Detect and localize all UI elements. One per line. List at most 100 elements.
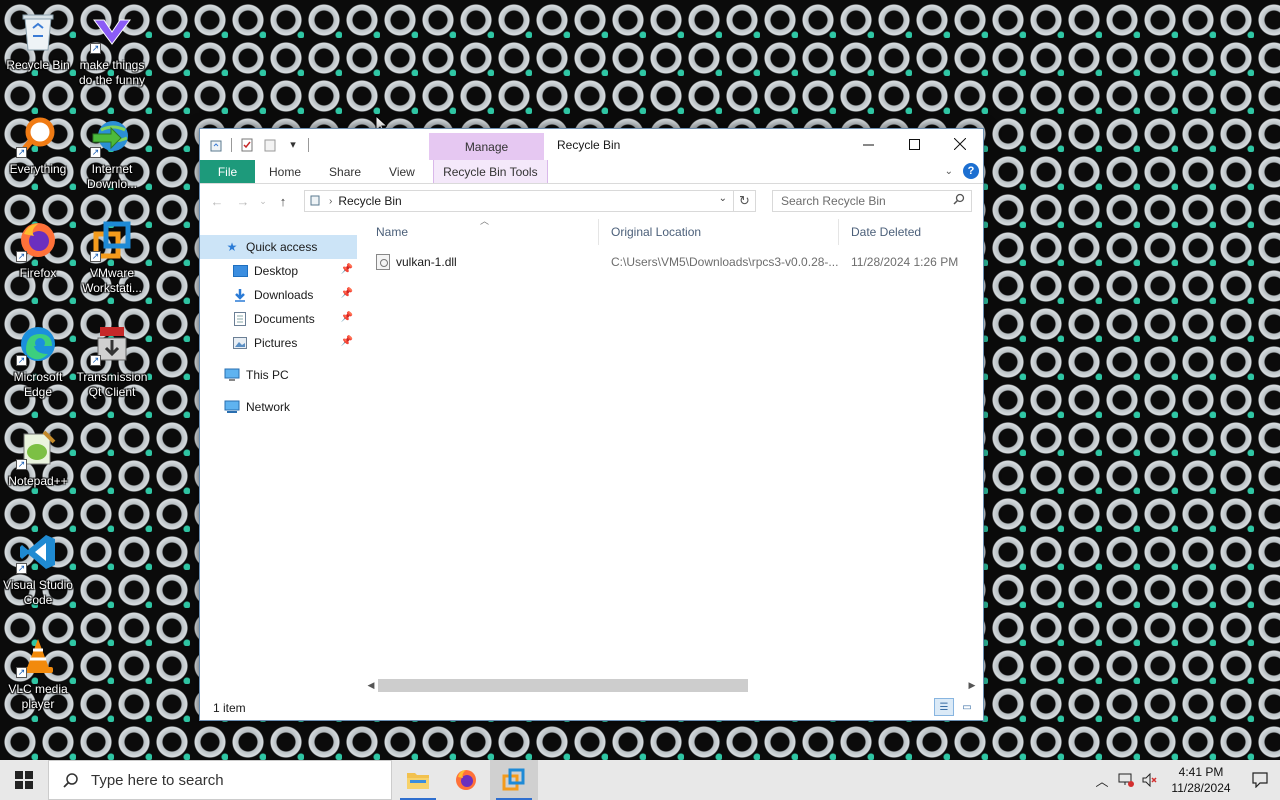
address-bar[interactable]: › Recycle Bin ⌄ ↻ bbox=[304, 190, 756, 212]
desktop-icon-everything[interactable]: ↗ Everything bbox=[0, 112, 76, 177]
desktop-icon-label: VLC media player bbox=[8, 682, 68, 711]
documents-icon bbox=[232, 311, 248, 327]
desktop-icon-notepad-plus-plus[interactable]: ↗ Notepad++ bbox=[0, 424, 76, 489]
shortcut-arrow-icon: ↗ bbox=[16, 459, 27, 470]
window-controls bbox=[845, 129, 983, 159]
purple-app-icon: ↗ bbox=[88, 8, 136, 56]
minimize-icon bbox=[862, 144, 874, 145]
network-status-icon[interactable] bbox=[1114, 760, 1138, 800]
column-header-original-location[interactable]: Original Location bbox=[599, 219, 839, 245]
chevron-down-icon: ⌄ bbox=[259, 195, 267, 206]
shortcut-arrow-icon: ↗ bbox=[16, 667, 27, 678]
system-tray: ︿ 4:41 PM 11/28/2024 bbox=[1090, 760, 1280, 800]
desktop-icon-internet-download-manager[interactable]: ↗ Internet Downlo... bbox=[74, 112, 150, 192]
taskbar-firefox[interactable] bbox=[442, 760, 490, 800]
taskbar-clock[interactable]: 4:41 PM 11/28/2024 bbox=[1162, 764, 1240, 796]
horizontal-scrollbar[interactable]: ◀ ▶ bbox=[364, 677, 979, 694]
desktop-icon-visual-studio-code[interactable]: ↗ Visual Studio Code bbox=[0, 528, 76, 608]
shortcut-arrow-icon: ↗ bbox=[90, 251, 101, 262]
search-icon bbox=[953, 193, 965, 208]
up-arrow-icon: ↑ bbox=[279, 193, 287, 209]
desktop-folder-icon bbox=[232, 263, 248, 279]
tab-view[interactable]: View bbox=[375, 160, 429, 183]
expand-ribbon-chevron-icon[interactable]: ⌄ bbox=[945, 166, 953, 177]
nav-item-this-pc[interactable]: This PC bbox=[200, 363, 357, 387]
forward-button[interactable]: → bbox=[232, 190, 254, 212]
column-header-name[interactable]: ︿ Name bbox=[364, 216, 599, 245]
close-button[interactable] bbox=[937, 129, 983, 159]
nav-item-quick-access[interactable]: ★ Quick access bbox=[200, 235, 357, 259]
new-folder-icon[interactable] bbox=[262, 137, 278, 153]
taskbar-search-box[interactable]: Type here to search bbox=[48, 760, 392, 800]
start-button[interactable] bbox=[0, 760, 48, 800]
details-view-icon[interactable]: ☰ bbox=[934, 698, 954, 716]
search-icon bbox=[63, 773, 78, 788]
minimize-button[interactable] bbox=[845, 129, 891, 159]
downloads-arrow-icon bbox=[232, 287, 248, 303]
back-button[interactable]: ← bbox=[206, 190, 228, 212]
search-box[interactable] bbox=[772, 190, 972, 212]
taskbar-vmware[interactable] bbox=[490, 760, 538, 800]
nav-item-documents[interactable]: Documents 📌 bbox=[200, 307, 357, 331]
nav-item-network[interactable]: Network bbox=[200, 395, 357, 419]
desktop-icon-make-things-do-the-funny[interactable]: ↗ make things do the funny bbox=[74, 8, 150, 88]
nav-item-label: Documents bbox=[254, 312, 315, 326]
nav-item-label: Quick access bbox=[246, 240, 318, 254]
tab-share[interactable]: Share bbox=[315, 160, 375, 183]
volume-muted-icon[interactable] bbox=[1138, 760, 1162, 800]
vlc-cone-icon: ↗ bbox=[14, 632, 62, 680]
pin-icon: 📌 bbox=[340, 336, 353, 347]
title-bar[interactable]: ▾ Manage Recycle Bin bbox=[200, 129, 983, 160]
clock-date: 11/28/2024 bbox=[1171, 781, 1231, 795]
tab-file[interactable]: File bbox=[200, 160, 255, 183]
vmware-icon: ↗ bbox=[88, 216, 136, 264]
recent-locations-button[interactable]: ⌄ bbox=[258, 190, 268, 212]
desktop-icon-label: VMware Workstati... bbox=[82, 266, 142, 295]
column-header-date-deleted[interactable]: Date Deleted bbox=[839, 219, 979, 245]
scrollbar-track[interactable] bbox=[378, 679, 965, 692]
up-button[interactable]: ↑ bbox=[272, 190, 294, 212]
customize-toolbar-dropdown-icon[interactable]: ▾ bbox=[285, 137, 301, 153]
scrollbar-thumb[interactable] bbox=[378, 679, 748, 692]
desktop-icon-label: Firefox bbox=[19, 266, 57, 280]
edge-icon: ↗ bbox=[14, 320, 62, 368]
desktop-icon-recycle-bin[interactable]: Recycle Bin bbox=[0, 8, 76, 73]
desktop-icon-firefox[interactable]: ↗ Firefox bbox=[0, 216, 76, 281]
show-hidden-icons-chevron-icon[interactable]: ︿ bbox=[1090, 760, 1114, 800]
shortcut-arrow-icon: ↗ bbox=[16, 355, 27, 366]
refresh-button[interactable]: ↻ bbox=[733, 191, 755, 211]
scroll-right-icon[interactable]: ▶ bbox=[965, 680, 979, 691]
desktop-icon-transmission[interactable]: ↗ Transmission Qt Client bbox=[74, 320, 150, 400]
notification-center-icon[interactable] bbox=[1240, 760, 1280, 800]
network-icon bbox=[224, 399, 240, 415]
item-count: 1 item bbox=[213, 701, 246, 715]
toolbar-divider bbox=[308, 137, 309, 152]
desktop-icon-vmware-workstation[interactable]: ↗ VMware Workstati... bbox=[74, 216, 150, 296]
tab-home[interactable]: Home bbox=[255, 160, 315, 183]
large-icons-view-icon[interactable]: ▭ bbox=[957, 698, 977, 716]
nav-item-downloads[interactable]: Downloads 📌 bbox=[200, 283, 357, 307]
manage-contextual-tab[interactable]: Manage bbox=[429, 133, 544, 160]
taskbar-search-placeholder: Type here to search bbox=[91, 771, 224, 789]
file-row[interactable]: vulkan-1.dll C:\Users\VM5\Downloads\rpcs… bbox=[364, 250, 983, 274]
taskbar-file-explorer[interactable] bbox=[394, 760, 442, 800]
desktop-icon-microsoft-edge[interactable]: ↗ Microsoft Edge bbox=[0, 320, 76, 400]
scroll-left-icon[interactable]: ◀ bbox=[364, 680, 378, 691]
search-input[interactable] bbox=[781, 194, 951, 208]
tab-recycle-bin-tools[interactable]: Recycle Bin Tools bbox=[432, 160, 548, 183]
recycle-bin-small-icon bbox=[208, 137, 224, 153]
computer-icon bbox=[224, 367, 240, 383]
properties-icon[interactable] bbox=[239, 137, 255, 153]
nav-item-desktop[interactable]: Desktop 📌 bbox=[200, 259, 357, 283]
desktop-icon-vlc-media-player[interactable]: ↗ VLC media player bbox=[0, 632, 76, 712]
nav-item-pictures[interactable]: Pictures 📌 bbox=[200, 331, 357, 355]
recycle-bin-small-icon bbox=[305, 194, 325, 209]
help-icon[interactable]: ? bbox=[963, 163, 979, 179]
shortcut-arrow-icon: ↗ bbox=[16, 147, 27, 158]
breadcrumb-recycle-bin[interactable]: Recycle Bin bbox=[338, 194, 401, 208]
maximize-button[interactable] bbox=[891, 129, 937, 159]
clock-time: 4:41 PM bbox=[1178, 765, 1224, 779]
pin-icon: 📌 bbox=[340, 288, 353, 299]
address-dropdown-icon[interactable]: ⌄ bbox=[719, 193, 727, 204]
nav-item-label: Desktop bbox=[254, 264, 299, 278]
